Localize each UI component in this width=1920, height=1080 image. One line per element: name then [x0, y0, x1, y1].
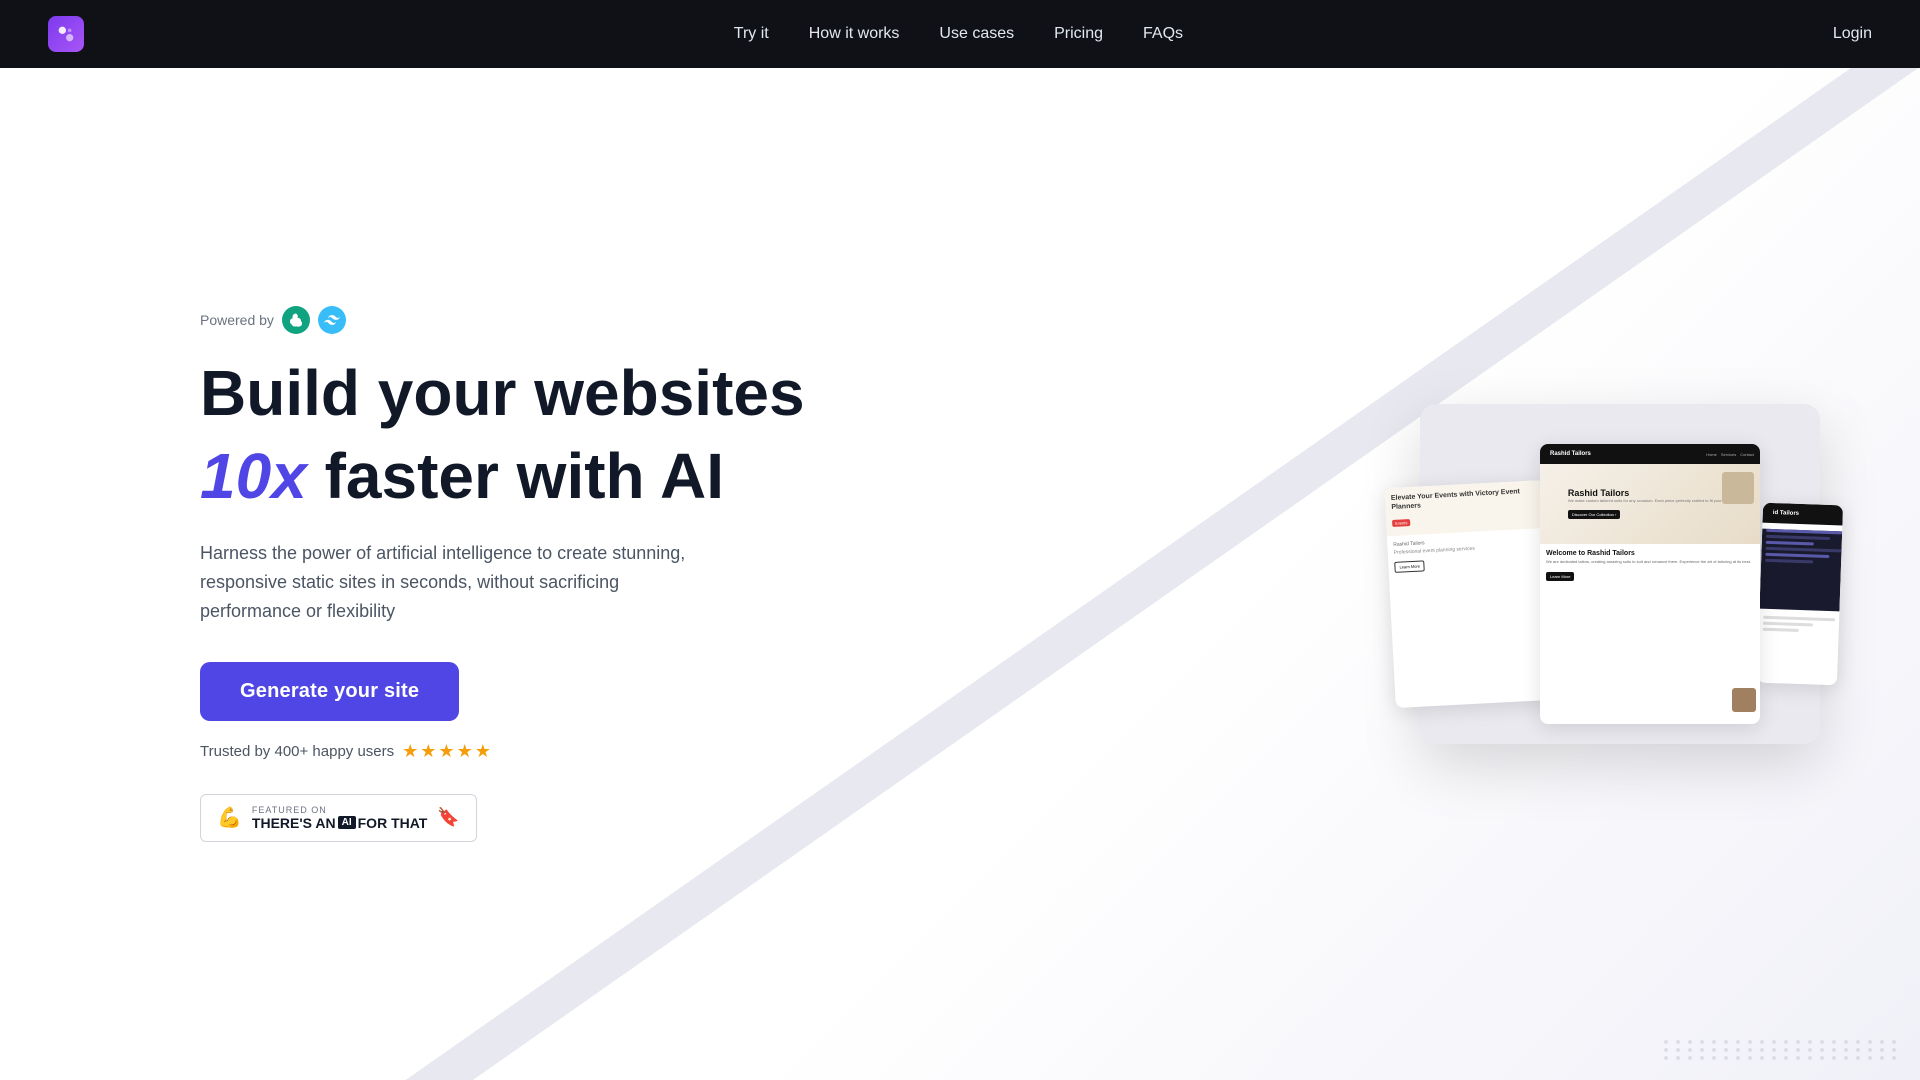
welcome-btn: Learn More — [1546, 572, 1574, 581]
badge-ai-label: AI — [338, 816, 356, 829]
login-button[interactable]: Login — [1833, 25, 1872, 43]
badge-title-after: FOR THAT — [358, 815, 428, 831]
code-content — [1758, 609, 1839, 641]
trust-row: Trusted by 400+ happy users ★★★★★ — [200, 741, 1091, 762]
event-badge: Events — [1392, 519, 1411, 527]
welcome-section: Welcome to Rashid Tailors We are dedicat… — [1540, 544, 1760, 589]
mockup-container: Elevate Your Events with Victory Event P… — [1420, 404, 1820, 744]
code-card: id Tailors — [1757, 503, 1843, 686]
main-card: Rashid Tailors Home Services Contact Ras… — [1540, 444, 1760, 724]
card-brand: Rashid Tailors — [1550, 451, 1591, 457]
code-card-nav: id Tailors — [1762, 503, 1843, 526]
badge-text: FEATURED ON THERE'S AN AI FOR THAT — [252, 805, 427, 831]
dot-grid: // Render dots inline for(let i=0;i<60;i… — [1664, 1040, 1900, 1060]
event-card-header: Elevate Your Events with Victory Event P… — [1384, 480, 1546, 536]
badge-title-row: THERE'S AN AI FOR THAT — [252, 815, 427, 831]
welcome-title: Welcome to Rashid Tailors — [1546, 550, 1754, 557]
card-nav-links: Home Services Contact — [1706, 452, 1754, 457]
powered-by-row: Powered by — [200, 306, 1091, 334]
featured-badge: 💪 FEATURED ON THERE'S AN AI FOR THAT 🔖 — [200, 794, 477, 842]
generate-site-button[interactable]: Generate your site — [200, 662, 459, 721]
card-nav: Rashid Tailors Home Services Contact — [1540, 444, 1760, 464]
badge-bookmark-icon: 🔖 — [437, 807, 459, 828]
nav-link-faqs[interactable]: FAQs — [1143, 25, 1183, 43]
event-card: Elevate Your Events with Victory Event P… — [1384, 480, 1555, 708]
nav-link-try-it[interactable]: Try it — [734, 25, 769, 43]
hero-section: Powered by Build your websites 10x faste… — [0, 68, 1920, 1080]
hero-description: Harness the power of artificial intellig… — [200, 539, 720, 625]
card-hero-text: Rashid Tailors We make custom tailored s… — [1560, 480, 1740, 529]
headline-line1: Build your websites — [200, 358, 1091, 428]
headline-highlight: 10x — [200, 440, 307, 512]
hero-right: Elevate Your Events with Victory Event P… — [1091, 404, 1820, 744]
navbar: Try it How it works Use cases Pricing FA… — [0, 0, 1920, 68]
openai-icon — [282, 306, 310, 334]
nav-link-pricing[interactable]: Pricing — [1054, 25, 1103, 43]
nav-link-how-it-works[interactable]: How it works — [809, 25, 900, 43]
thumb-image-2 — [1732, 688, 1756, 712]
welcome-text: We are dedicated tailors, creating amazi… — [1546, 559, 1754, 565]
headline-line2: 10x faster with AI — [200, 441, 1091, 511]
headline-rest: faster with AI — [307, 440, 724, 512]
event-card-content: Rashid Tailors Professional event planni… — [1387, 528, 1549, 580]
thumb-image — [1722, 472, 1754, 504]
event-btn: Learn More — [1394, 561, 1425, 574]
code-preview — [1759, 529, 1842, 612]
nav-link-use-cases[interactable]: Use cases — [939, 25, 1014, 43]
tailwind-icon — [318, 306, 346, 334]
card-hero-image: Rashid Tailors We make custom tailored s… — [1540, 464, 1760, 544]
powered-by-text: Powered by — [200, 312, 274, 328]
badge-title-before: THERE'S AN — [252, 815, 336, 831]
star-rating: ★★★★★ — [402, 741, 493, 762]
trust-text: Trusted by 400+ happy users — [200, 743, 394, 760]
logo-icon — [48, 16, 84, 52]
badge-label: FEATURED ON — [252, 805, 427, 815]
hero-left: Powered by Build your websites 10x faste… — [200, 306, 1091, 841]
nav-links: Try it How it works Use cases Pricing FA… — [734, 25, 1183, 43]
logo[interactable] — [48, 16, 84, 52]
code-brand: id Tailors — [1773, 510, 1799, 517]
badge-arm-icon: 💪 — [217, 805, 242, 830]
rashid-name: Rashid Tailors — [1568, 488, 1732, 498]
event-card-title: Elevate Your Events with Victory Event P… — [1391, 486, 1540, 512]
rashid-btn: Discover Our Collection › — [1568, 510, 1620, 519]
rashid-sub: We make custom tailored suits for any oc… — [1568, 498, 1732, 503]
